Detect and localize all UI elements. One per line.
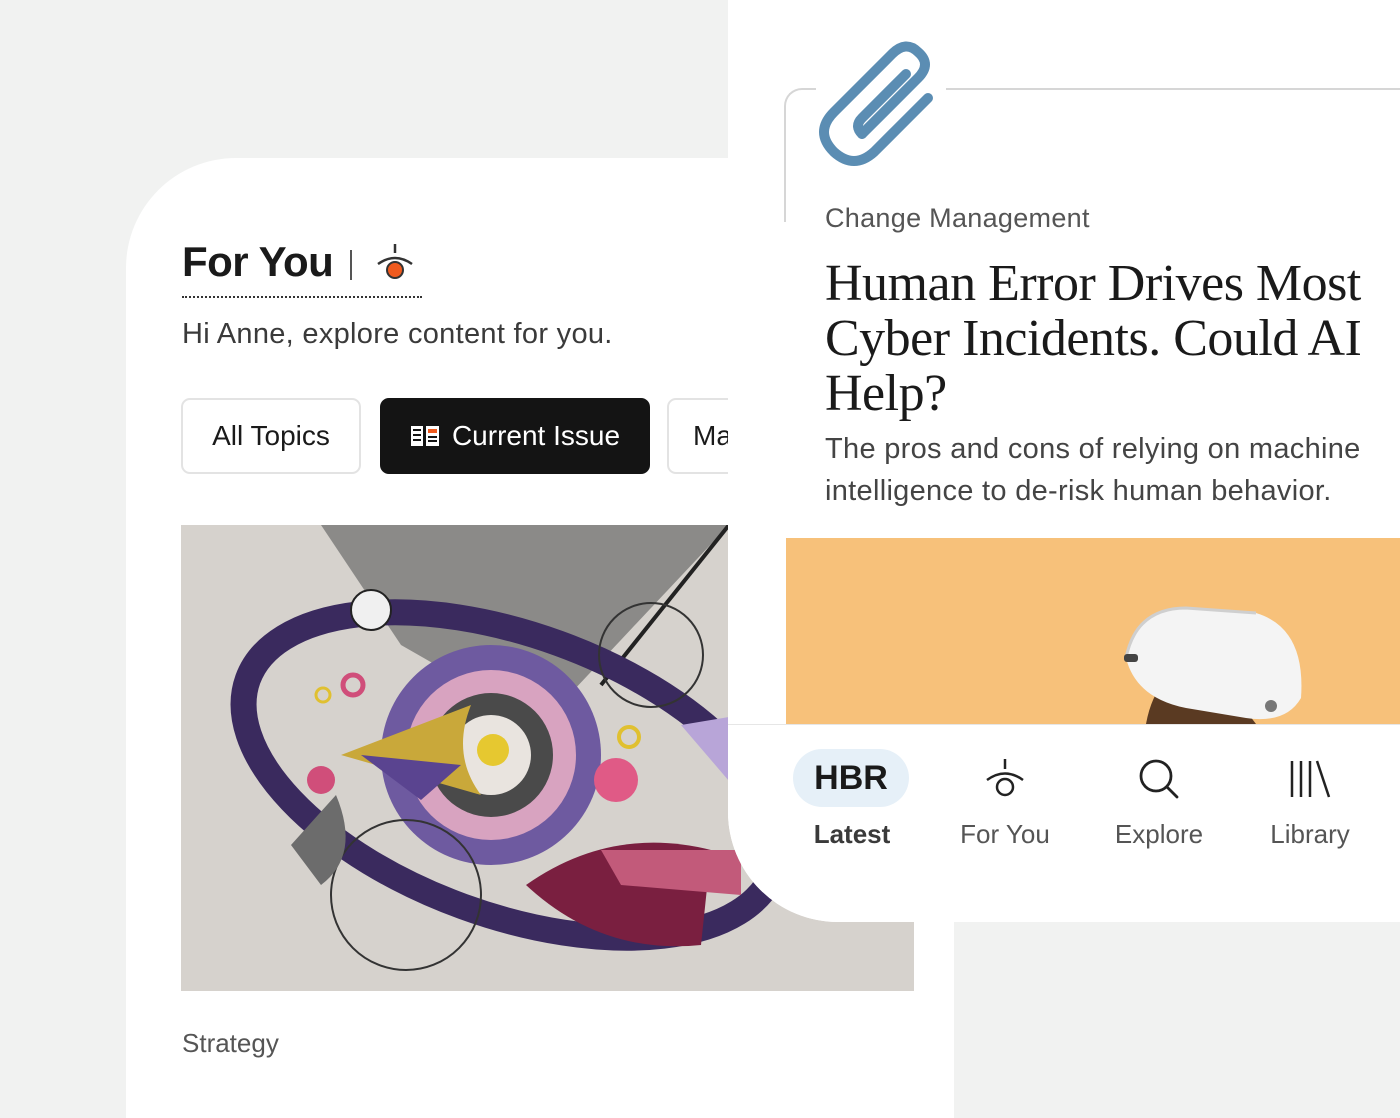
page-title: For You — [182, 238, 334, 285]
tab-label: Latest — [813, 819, 891, 849]
article-dek: The pros and cons of relying on machine … — [825, 433, 1361, 507]
search-icon — [1139, 759, 1179, 799]
article-headline[interactable]: Human Error Drives Most Cyber Incidents.… — [825, 256, 1400, 421]
magazine-icon — [410, 426, 439, 446]
clip-frame-top — [946, 88, 1400, 90]
chip-label: Current Issue — [451, 420, 621, 451]
vr-headset-illustration — [786, 538, 1400, 724]
chip-label: Ma — [693, 420, 732, 451]
tab-label: Library — [1270, 819, 1350, 849]
chip-current-issue[interactable]: Current Issue — [380, 398, 650, 474]
paperclip-icon — [819, 41, 933, 166]
greeting-text: Hi Anne, explore content for you. — [182, 318, 613, 350]
title-divider — [350, 250, 352, 280]
tab-for-you[interactable]: For You — [935, 725, 1075, 915]
tab-latest[interactable]: HBR Latest — [782, 725, 922, 915]
for-you-icon[interactable] — [372, 240, 418, 286]
tab-library[interactable]: Library — [1240, 725, 1380, 915]
for-you-icon — [986, 759, 1024, 797]
chip-label: All Topics — [212, 420, 330, 451]
background-panel — [968, 922, 1400, 1050]
title-underline — [182, 296, 422, 298]
bottom-tab-bar: HBR Latest For You Explore Library — [728, 724, 1400, 922]
article-image[interactable] — [786, 538, 1400, 724]
hbr-logo: HBR — [793, 749, 909, 807]
library-icon — [1290, 760, 1331, 798]
clip-frame-left — [784, 88, 816, 222]
tab-explore[interactable]: Explore — [1089, 725, 1229, 915]
article-screen: Change Management Human Error Drives Mos… — [728, 0, 1400, 922]
story-kicker: Strategy — [182, 1028, 279, 1058]
tab-label: Explore — [1114, 819, 1204, 849]
chip-all-topics[interactable]: All Topics — [181, 398, 361, 474]
tab-label: For You — [960, 819, 1050, 849]
article-topic[interactable]: Change Management — [825, 203, 1090, 234]
